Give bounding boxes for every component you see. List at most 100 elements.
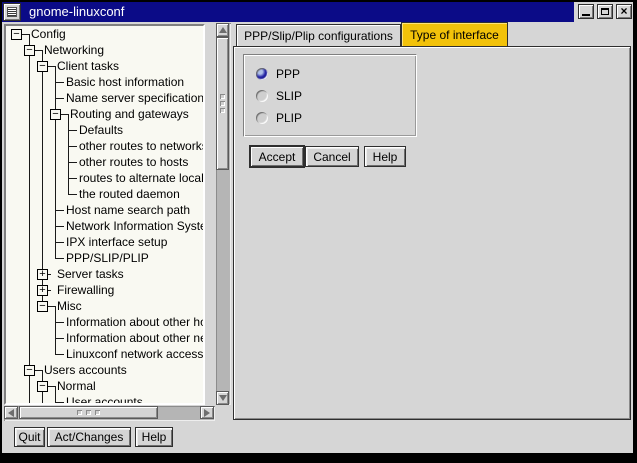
arrow-right-icon	[204, 409, 210, 417]
tree-line	[42, 218, 43, 234]
tree-line	[42, 90, 43, 106]
tree-item[interactable]: Network Information System	[66, 218, 203, 234]
tree-item[interactable]: PPP/SLIP/PLIP	[66, 250, 149, 266]
tree-line	[29, 74, 30, 90]
tree-vertical-scrollbar[interactable]	[216, 23, 231, 405]
radio-row-slip[interactable]: SLIP	[256, 90, 302, 102]
help-button[interactable]: Help	[364, 146, 406, 167]
radio-row-plip[interactable]: PLIP	[256, 112, 302, 124]
tree-expander-plus-icon[interactable]: +	[37, 285, 48, 296]
scroll-up-button[interactable]	[216, 23, 229, 37]
cancel-button[interactable]: Cancel	[305, 146, 359, 167]
tree-line	[29, 298, 30, 314]
radio-label: PLIP	[276, 111, 302, 125]
tree-expander-minus-icon[interactable]: −	[50, 109, 61, 120]
tree-item[interactable]: Normal	[57, 378, 96, 394]
tab-ppp-slip-plip-configurations[interactable]: PPP/Slip/Plip configurations	[236, 24, 401, 46]
interface-type-frame: PPP SLIP PLIP	[243, 54, 417, 137]
tree-line	[55, 386, 56, 394]
tree-item[interactable]: Config	[31, 26, 66, 42]
tree-expander-minus-icon[interactable]: −	[37, 381, 48, 392]
tree-line	[29, 34, 30, 42]
radio-ppp[interactable]	[256, 68, 268, 80]
minimize-icon	[582, 14, 590, 16]
help-button-main[interactable]: Help	[135, 427, 173, 447]
tree-expander-minus-icon[interactable]: −	[24, 45, 35, 56]
tree-line	[55, 82, 64, 83]
tree-line	[68, 146, 77, 147]
tree-item[interactable]: Client tasks	[57, 58, 119, 74]
tree-line	[68, 114, 69, 122]
tree-line	[29, 170, 30, 186]
tree-line	[42, 170, 43, 186]
scroll-down-button[interactable]	[216, 391, 229, 405]
tree-item[interactable]: Routing and gateways	[70, 106, 189, 122]
tree-line	[55, 66, 56, 74]
tree-line	[42, 394, 43, 405]
close-button[interactable]: ×	[616, 4, 632, 19]
tree-line	[29, 330, 30, 346]
tree-item[interactable]: Information about other netw	[66, 330, 203, 346]
tree-line	[68, 130, 77, 131]
maximize-button[interactable]	[597, 4, 613, 19]
radio-row-ppp[interactable]: PPP	[256, 68, 300, 80]
tree-line	[29, 314, 30, 330]
tree-item[interactable]: Firewalling	[57, 282, 114, 298]
minimize-button[interactable]	[578, 4, 594, 19]
tree-item[interactable]: Networking	[44, 42, 104, 58]
tree-line	[29, 154, 30, 170]
window-menu-icon	[7, 7, 17, 17]
tree-expander-plus-icon[interactable]: +	[37, 269, 48, 280]
tree-line	[29, 138, 30, 154]
tree-item[interactable]: Linuxconf network access	[66, 346, 203, 362]
tree-item[interactable]: Misc	[57, 298, 82, 314]
tree-line	[29, 250, 30, 266]
tree-line	[29, 186, 30, 202]
vertical-scroll-thumb[interactable]	[216, 37, 229, 170]
tree-line	[55, 170, 56, 186]
tree-line	[42, 234, 43, 250]
tree-horizontal-scrollbar[interactable]	[4, 406, 215, 421]
tree-expander-minus-icon[interactable]: −	[24, 365, 35, 376]
tree-expander-minus-icon[interactable]: −	[11, 29, 22, 40]
tree-item[interactable]: Name server specification (D	[66, 90, 203, 106]
tree-line	[55, 354, 64, 355]
scroll-right-button[interactable]	[200, 406, 214, 419]
tree-item[interactable]: IPX interface setup	[66, 234, 167, 250]
tree-item[interactable]: User accounts	[66, 394, 143, 405]
tree-item[interactable]: other routes to networks	[79, 138, 203, 154]
tree-item[interactable]: Defaults	[79, 122, 123, 138]
tab-type-of-interface[interactable]: Type of interface	[401, 22, 508, 46]
tree-line	[29, 58, 30, 74]
window-menu-button[interactable]	[3, 3, 21, 21]
accept-button[interactable]: Accept	[250, 146, 304, 167]
window-controls: ×	[574, 2, 633, 22]
tree-item[interactable]: Users accounts	[44, 362, 127, 378]
tree-expander-minus-icon[interactable]: −	[37, 61, 48, 72]
scroll-left-button[interactable]	[4, 406, 18, 419]
arrow-down-icon	[219, 395, 227, 401]
tree-line	[55, 394, 56, 405]
tree-line	[55, 98, 64, 99]
radio-slip[interactable]	[256, 90, 268, 102]
quit-button[interactable]: Quit	[14, 427, 45, 447]
config-tree-panel: −Config−Networking−Client tasksBasic hos…	[4, 24, 205, 405]
tree-line	[55, 226, 64, 227]
tree-line	[42, 154, 43, 170]
tree-item[interactable]: Host name search path	[66, 202, 190, 218]
horizontal-scroll-thumb[interactable]	[19, 406, 158, 419]
tree-line	[42, 138, 43, 154]
tree-line	[55, 138, 56, 154]
tree-item[interactable]: Information about other hosts	[66, 314, 203, 330]
tree-item[interactable]: other routes to hosts	[79, 154, 188, 170]
tree-item[interactable]: Basic host information	[66, 74, 184, 90]
act-changes-button[interactable]: Act/Changes	[47, 427, 131, 447]
tree-item[interactable]: the routed daemon	[79, 186, 180, 202]
tree-expander-minus-icon[interactable]: −	[37, 301, 48, 312]
tree-line	[55, 242, 64, 243]
tree-line	[42, 122, 43, 138]
tab-content: PPP SLIP PLIP Accept Cancel Help	[233, 46, 631, 420]
radio-plip[interactable]	[256, 112, 268, 124]
tree-item[interactable]: Server tasks	[57, 266, 124, 282]
tree-item[interactable]: routes to alternate local ne	[79, 170, 203, 186]
